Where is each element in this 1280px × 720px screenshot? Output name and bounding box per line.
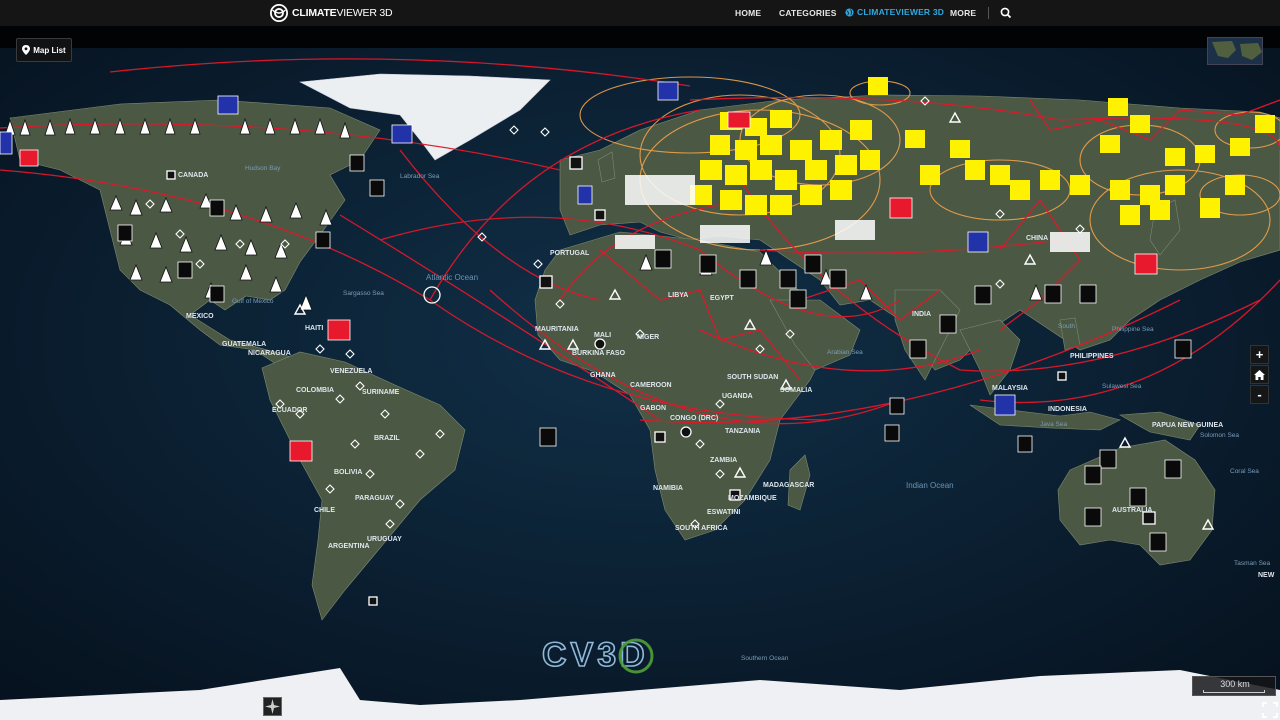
scale-label: 300 km bbox=[1220, 679, 1250, 689]
nav-more[interactable]: MORE bbox=[950, 8, 976, 18]
nav-home[interactable]: HOME bbox=[735, 8, 761, 18]
nav-climateviewer-3d[interactable]: CLIMATEVIEWER 3D bbox=[845, 7, 944, 17]
home-view-button[interactable] bbox=[1250, 365, 1269, 384]
zoom-out-button[interactable]: - bbox=[1250, 385, 1269, 404]
search-icon[interactable] bbox=[999, 6, 1013, 20]
map-top-shade bbox=[0, 26, 1280, 48]
map-pin-icon bbox=[22, 45, 31, 55]
zoom-in-button[interactable]: + bbox=[1250, 345, 1269, 364]
map-list-button[interactable]: Map List bbox=[16, 38, 72, 62]
brand-link[interactable]: CLIMATEVIEWER 3D bbox=[270, 3, 393, 23]
nav-categories[interactable]: CATEGORIES bbox=[779, 8, 837, 18]
brand-name-bold: CLIMATE bbox=[292, 7, 337, 19]
map-scale: 300 km bbox=[1192, 676, 1276, 696]
nav-climateviewer-3d-label: CLIMATEVIEWER 3D bbox=[857, 7, 945, 17]
fullscreen-icon[interactable] bbox=[1262, 702, 1278, 718]
brand-name: CLIMATEVIEWER 3D bbox=[292, 7, 393, 19]
globe-icon bbox=[845, 7, 854, 17]
map-list-label: Map List bbox=[33, 45, 66, 55]
brand-name-rest: VIEWER 3D bbox=[336, 7, 393, 19]
cv3d-watermark-logo: CV3D bbox=[541, 635, 654, 675]
minimap-image bbox=[1208, 38, 1262, 64]
top-navigation-bar: CLIMATEVIEWER 3D HOME CATEGORIES CLIMATE… bbox=[0, 0, 1280, 26]
nav-divider bbox=[988, 7, 989, 19]
climateviewer-logo-icon bbox=[270, 4, 288, 22]
overview-minimap[interactable] bbox=[1207, 37, 1263, 65]
climateviewer-app: CLIMATEVIEWER 3D HOME CATEGORIES CLIMATE… bbox=[0, 0, 1280, 720]
world-map[interactable] bbox=[0, 26, 1280, 720]
navigation-compass-icon[interactable] bbox=[263, 697, 282, 716]
home-icon bbox=[1254, 369, 1265, 380]
scale-line bbox=[1203, 690, 1265, 693]
